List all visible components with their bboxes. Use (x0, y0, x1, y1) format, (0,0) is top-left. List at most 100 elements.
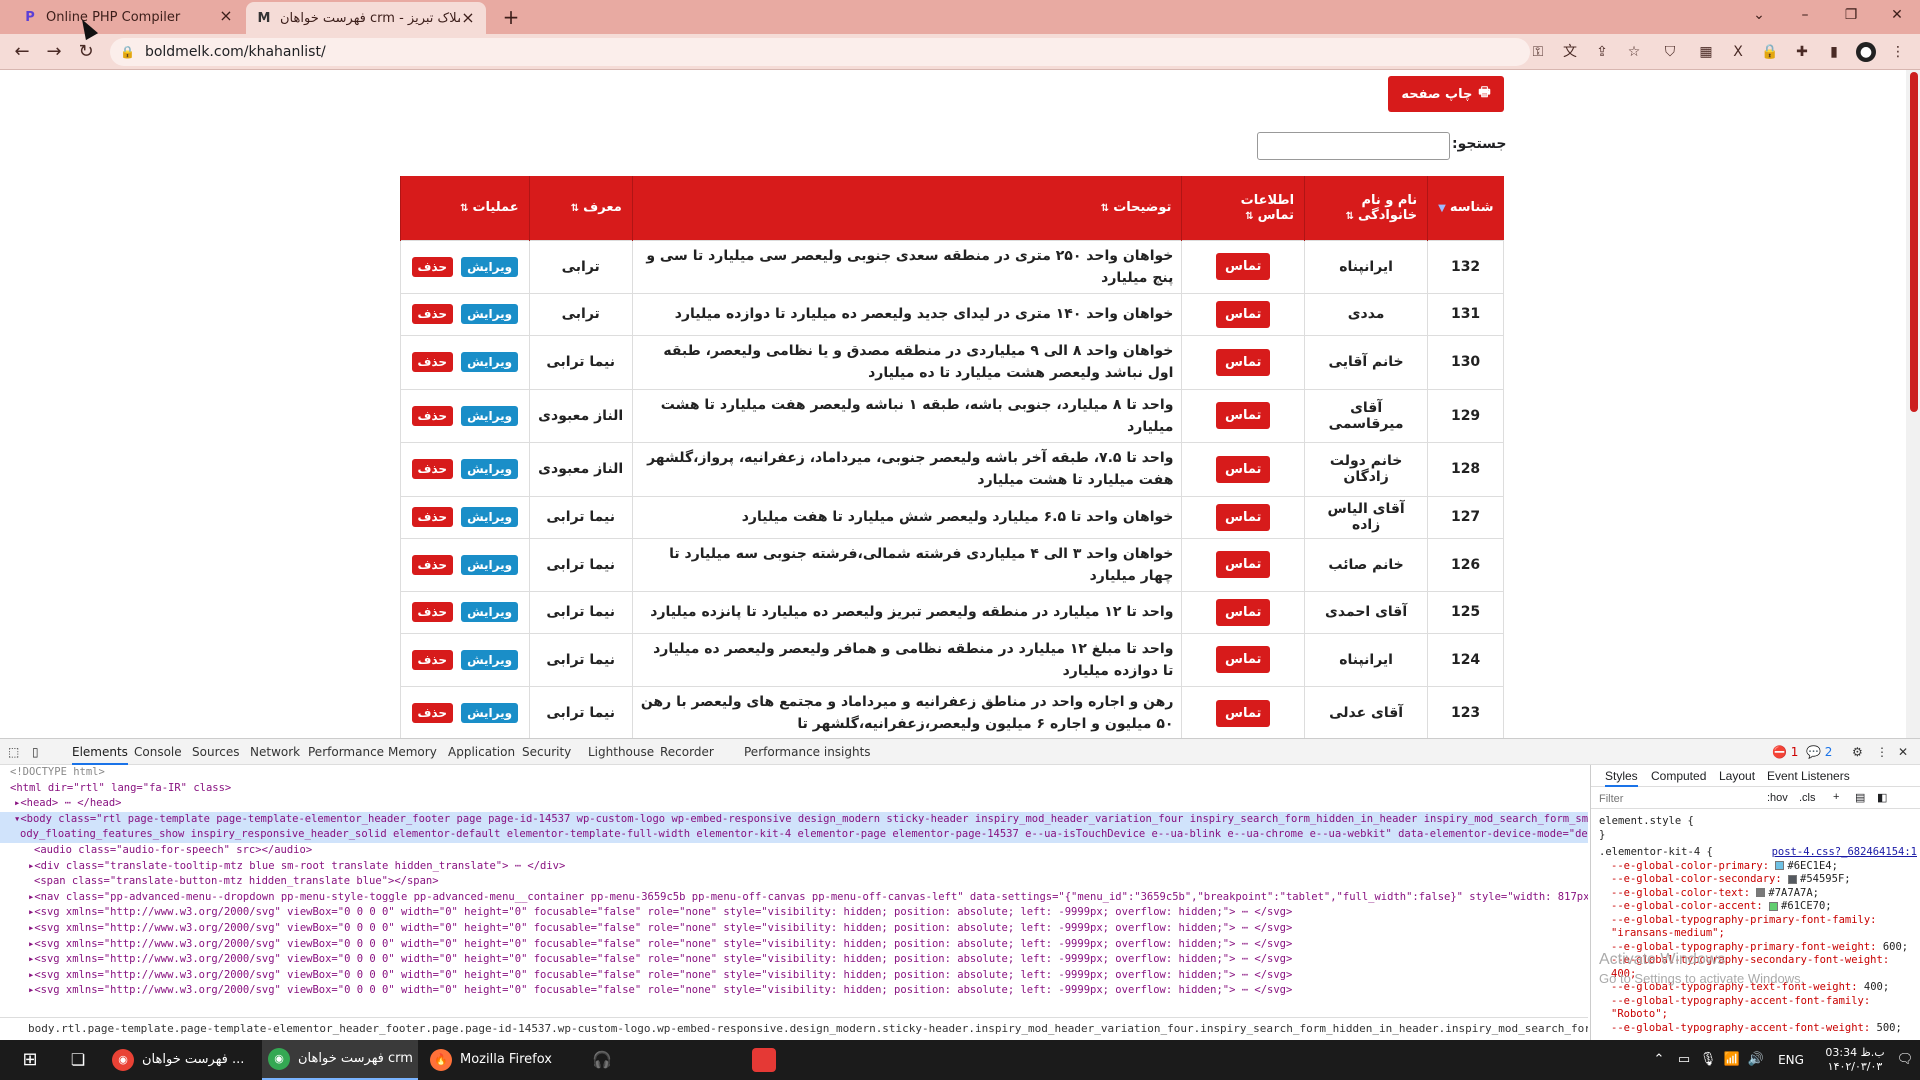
delete-button[interactable]: حذف (411, 459, 454, 479)
css-property[interactable]: --e-global-typography-accent-font-weight… (1599, 1022, 1917, 1036)
keyboard-extension-icon[interactable]: ▦ (1696, 42, 1716, 62)
css-property[interactable]: --e-global-color-secondary: #54595F; (1599, 873, 1917, 887)
search-input[interactable] (1257, 132, 1450, 160)
contact-button[interactable]: تماس (1216, 503, 1271, 531)
translate-icon[interactable]: 文 (1560, 42, 1580, 62)
volume-icon[interactable]: 🔊 (1746, 1040, 1766, 1080)
header-actions[interactable]: عملیات⇅ (400, 176, 530, 240)
contact-button[interactable]: تماس (1216, 348, 1271, 376)
page-scrollbar-thumb[interactable] (1910, 72, 1918, 412)
styles-tab[interactable]: Styles (1605, 765, 1638, 787)
dom-node-line[interactable]: ▸<svg xmlns="http://www.w3.org/2000/svg"… (0, 937, 1588, 953)
dom-node-line[interactable]: ▸<head> ⋯ </head> (0, 796, 1588, 812)
delete-button[interactable]: حذف (411, 352, 454, 372)
contact-button[interactable]: تماس (1216, 253, 1271, 280)
css-property[interactable]: --e-global-typography-primary-font-famil… (1599, 914, 1917, 928)
wifi-icon[interactable]: 📶 (1722, 1040, 1742, 1080)
edit-button[interactable]: ویرایش (461, 649, 519, 670)
new-tab-button[interactable]: + (498, 4, 524, 30)
contact-button[interactable]: تماس (1216, 551, 1271, 578)
headphones-app-icon[interactable]: 🎧 (586, 1040, 618, 1080)
tab-php-compiler[interactable]: P Online PHP Compiler × (12, 0, 244, 34)
delete-button[interactable]: حذف (411, 256, 454, 277)
devtools-tab-network[interactable]: Network (250, 739, 300, 765)
devtools-close-icon[interactable]: ✕ (1898, 739, 1908, 765)
delete-button[interactable]: حذف (411, 649, 454, 670)
tray-chevron-icon[interactable]: ⌃ (1650, 1040, 1668, 1080)
computed-tab[interactable]: Computed (1651, 765, 1706, 787)
edit-button[interactable]: ویرایش (461, 352, 519, 372)
header-description[interactable]: توضیحات⇅ (631, 176, 1182, 240)
windows-start-icon[interactable]: ⊞ (10, 1040, 50, 1080)
header-name[interactable]: نام و نام خانوادگی⇅ (1304, 176, 1428, 240)
dom-node-line[interactable]: ▸<svg xmlns="http://www.w3.org/2000/svg"… (0, 921, 1588, 937)
maximize-button[interactable]: ❐ (1828, 0, 1874, 30)
edit-button[interactable]: ویرایش (461, 256, 519, 277)
dom-node-line[interactable]: ▸<svg xmlns="http://www.w3.org/2000/svg"… (0, 983, 1588, 999)
language-indicator[interactable]: ENG (1772, 1040, 1810, 1080)
devtools-settings-gear-icon[interactable]: ⚙ (1852, 739, 1863, 765)
address-bar[interactable]: 🔒 boldmelk.com/khahanlist/ (110, 38, 1530, 66)
back-icon[interactable]: ← (8, 38, 36, 66)
contact-button[interactable]: تماس (1216, 646, 1271, 673)
devtools-tab-memory[interactable]: Memory (388, 739, 437, 765)
taskbar-firefox[interactable]: 🔥 Mozilla Firefox (422, 1040, 570, 1080)
taskbar-chrome-2[interactable]: ◉ فهرست خواهان crm ... (262, 1040, 418, 1080)
forward-icon[interactable]: → (40, 38, 68, 66)
event-listeners-tab[interactable]: Event Listeners (1767, 765, 1850, 787)
messages-badge[interactable]: 💬 2 (1806, 739, 1832, 765)
hov-toggle[interactable]: :hov (1767, 792, 1788, 804)
clock[interactable]: 03:34 ب.ظ ۱۴۰۲/۰۳/۰۳ (1820, 1040, 1890, 1080)
edit-button[interactable]: ویرایش (461, 507, 519, 527)
delete-button[interactable]: حذف (411, 405, 454, 426)
profile-avatar[interactable]: ● (1856, 42, 1876, 62)
tray-device-icon[interactable]: ▭ (1674, 1040, 1694, 1080)
close-window-button[interactable]: ✕ (1874, 0, 1920, 30)
dom-node-line[interactable]: ▸<svg xmlns="http://www.w3.org/2000/svg"… (0, 952, 1588, 968)
delete-button[interactable]: حذف (411, 602, 454, 622)
delete-button[interactable]: حذف (411, 507, 454, 527)
contact-button[interactable]: تماس (1216, 598, 1271, 626)
computed-styles-icon[interactable]: ▤ (1855, 791, 1865, 804)
edit-button[interactable]: ویرایش (461, 703, 519, 723)
devtools-tab-security[interactable]: Security (522, 739, 571, 765)
taskbar-chrome-1[interactable]: ◉ فهرست خواهان ... (106, 1040, 258, 1080)
notifications-icon[interactable]: 🗨 (1894, 1040, 1916, 1080)
dom-node-line[interactable]: ▸<svg xmlns="http://www.w3.org/2000/svg"… (0, 905, 1588, 921)
print-page-button[interactable]: 🖶 چاپ صفحه (1388, 76, 1504, 112)
color-swatch[interactable] (1769, 901, 1779, 911)
edit-button[interactable]: ویرایش (461, 602, 519, 622)
devtools-tab-lighthouse[interactable]: Lighthouse (588, 739, 654, 765)
lock-extension-icon[interactable]: 🔒 (1760, 42, 1780, 62)
dom-node-line[interactable]: ▾<body class="rtl page-template page-tem… (0, 811, 1588, 828)
devtools-tab-performance-insights[interactable]: Performance insights (744, 739, 871, 765)
issues-badge[interactable]: ⛔ 1 (1772, 739, 1798, 765)
reload-icon[interactable]: ↻ (72, 38, 100, 66)
tab-khahan-list[interactable]: M فهرست خواهان crm - املاک تبریز ... × (246, 2, 486, 34)
element-style-rule[interactable]: element.style { (1599, 815, 1917, 829)
devtools-tab-recorder[interactable]: Recorder (660, 739, 714, 765)
dom-node-line[interactable]: ody_floating_features_show inspiry_respo… (0, 827, 1588, 843)
side-panel-icon[interactable]: ▮ (1824, 42, 1844, 62)
header-id[interactable]: شناسه▼ (1427, 176, 1504, 240)
close-tab-icon[interactable]: × (460, 10, 476, 26)
device-toggle-icon[interactable]: ▯ (32, 739, 39, 765)
header-referrer[interactable]: معرف⇅ (528, 176, 633, 240)
css-rule-selector[interactable]: .elementor-kit-4 { post-4.css?_682464154… (1599, 846, 1917, 860)
delete-button[interactable]: حذف (411, 304, 454, 324)
dom-node-line[interactable]: ▸<div class="translate-tooltip-mtz blue … (0, 859, 1588, 875)
key-icon[interactable]: ⚿ (1528, 42, 1548, 62)
dom-node-line[interactable]: ▸<nav class="pp-advanced-menu--dropdown … (0, 890, 1588, 906)
dom-node-line[interactable]: <!DOCTYPE html> (0, 765, 1588, 781)
css-property[interactable]: --e-global-color-text: #7A7A7A; (1599, 887, 1917, 901)
css-property[interactable]: --e-global-color-primary: #6EC1E4; (1599, 860, 1917, 874)
dom-node-line[interactable]: <html dir="rtl" lang="fa-IR" class> (0, 781, 1588, 797)
styles-filter-input[interactable] (1599, 791, 1749, 807)
devtools-tab-performance[interactable]: Performance (308, 739, 384, 765)
new-rule-icon[interactable]: + (1833, 791, 1839, 803)
css-property[interactable]: "iransans-medium"; (1599, 927, 1917, 941)
edit-button[interactable]: ویرایش (461, 304, 519, 324)
devtools-tab-sources[interactable]: Sources (192, 739, 239, 765)
devtools-tab-console[interactable]: Console (134, 739, 182, 765)
contact-button[interactable]: تماس (1216, 699, 1271, 727)
